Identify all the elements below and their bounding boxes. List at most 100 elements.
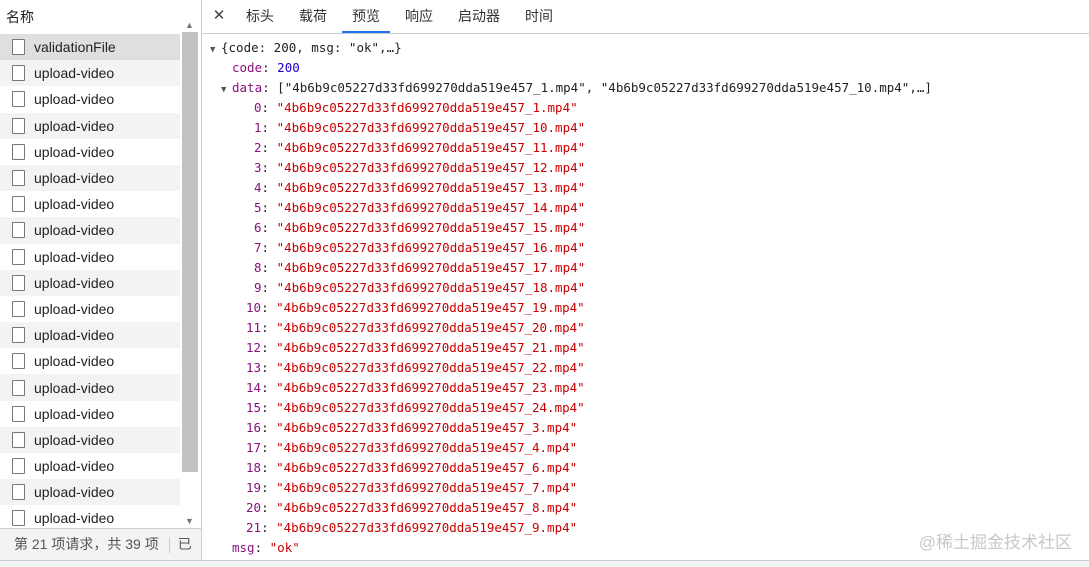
file-icon (12, 65, 25, 82)
request-name: upload-video (34, 458, 115, 475)
detail-tabs: ✕ 标头 载荷 预览 响应 启动器 时间 (202, 0, 1089, 34)
close-icon[interactable]: ✕ (202, 0, 236, 33)
request-name: upload-video (34, 248, 115, 265)
json-array-item: 9: "4b6b9c05227d33fd699270dda519e457_18.… (254, 280, 586, 295)
json-array-item: 19: "4b6b9c05227d33fd699270dda519e457_7.… (246, 480, 578, 495)
file-icon (12, 405, 25, 422)
tab-4[interactable]: 启动器 (448, 0, 510, 33)
file-icon (12, 458, 25, 475)
tab-5[interactable]: 时间 (515, 0, 563, 33)
request-item[interactable]: upload-video (0, 164, 180, 192)
request-item[interactable]: upload-video (0, 60, 180, 87)
request-item[interactable]: upload-video (0, 296, 180, 322)
json-array-item: 3: "4b6b9c05227d33fd699270dda519e457_12.… (254, 160, 586, 175)
request-name: upload-video (34, 117, 115, 134)
request-name: upload-video (34, 327, 115, 344)
request-item[interactable]: upload-video (0, 374, 180, 401)
request-item[interactable]: upload-video (0, 505, 180, 528)
json-array-item: 11: "4b6b9c05227d33fd699270dda519e457_20… (246, 320, 585, 335)
tab-0[interactable]: 标头 (236, 0, 284, 33)
file-icon (12, 431, 25, 448)
json-array-item: 2: "4b6b9c05227d33fd699270dda519e457_11.… (254, 140, 586, 155)
request-name: upload-video (34, 484, 115, 501)
json-array-item: 16: "4b6b9c05227d33fd699270dda519e457_3.… (246, 420, 578, 435)
request-item[interactable]: upload-video (0, 453, 180, 479)
request-item[interactable]: upload-video (0, 139, 180, 165)
request-name: upload-video (34, 405, 115, 422)
json-array-item: 18: "4b6b9c05227d33fd699270dda519e457_6.… (246, 460, 578, 475)
json-array-item: 4: "4b6b9c05227d33fd699270dda519e457_13.… (254, 180, 586, 195)
file-icon (12, 143, 25, 160)
detail-pane: ✕ 标头 载荷 预览 响应 启动器 时间 ▼ {code: 200, msg: "ok",…… (202, 0, 1089, 560)
name-column-header[interactable]: 名称 (0, 0, 201, 33)
json-root[interactable]: ▼ {code: 200, msg: "ok",…} (210, 38, 932, 58)
request-name: validationFile (34, 39, 116, 56)
request-name: upload-video (34, 196, 115, 213)
file-icon (12, 117, 25, 134)
request-item[interactable]: upload-video (0, 348, 180, 374)
request-item[interactable]: upload-video (0, 269, 180, 296)
json-array-item: 15: "4b6b9c05227d33fd699270dda519e457_24… (246, 400, 585, 415)
scroll-up-icon[interactable]: ▲ (185, 20, 194, 30)
tab-2[interactable]: 预览 (342, 0, 390, 33)
request-name: upload-video (34, 91, 115, 108)
file-icon (12, 484, 25, 501)
file-icon (12, 91, 25, 108)
request-item[interactable]: upload-video (0, 426, 180, 453)
json-array-item: 12: "4b6b9c05227d33fd699270dda519e457_21… (246, 340, 585, 355)
request-name: upload-video (34, 300, 115, 317)
json-array-item: 17: "4b6b9c05227d33fd699270dda519e457_4.… (246, 440, 578, 455)
request-item[interactable]: upload-video (0, 322, 180, 349)
tab-1[interactable]: 载荷 (289, 0, 337, 33)
json-array-item: 6: "4b6b9c05227d33fd699270dda519e457_15.… (254, 220, 586, 235)
scrollbar[interactable]: ▲ ▼ (181, 18, 199, 528)
file-icon (12, 170, 25, 187)
request-name: upload-video (34, 274, 115, 291)
file-icon (12, 222, 25, 239)
json-array-item: 5: "4b6b9c05227d33fd699270dda519e457_14.… (254, 200, 586, 215)
request-item[interactable]: validationFile (0, 34, 180, 61)
json-msg: msg: "ok" (232, 540, 300, 555)
expand-triangle-icon[interactable]: ▼ (210, 40, 221, 60)
request-item[interactable]: upload-video (0, 479, 180, 506)
request-list-pane: 名称 validationFile upload-video upload-vide… (0, 0, 202, 560)
request-name: upload-video (34, 431, 115, 448)
request-item[interactable]: upload-video (0, 244, 180, 270)
scroll-down-icon[interactable]: ▼ (185, 516, 194, 526)
request-name: upload-video (34, 170, 115, 187)
expand-triangle-icon[interactable]: ▼ (221, 80, 232, 100)
file-icon (12, 510, 25, 527)
json-array-item: 1: "4b6b9c05227d33fd699270dda519e457_10.… (254, 120, 586, 135)
json-code: code: 200 (232, 60, 300, 75)
request-name: upload-video (34, 65, 115, 82)
scrollbar-thumb[interactable] (182, 32, 198, 472)
json-data[interactable]: ▼ data: ["4b6b9c05227d33fd699270dda519e45… (210, 78, 932, 98)
file-icon (12, 353, 25, 370)
file-icon (12, 196, 25, 213)
status-bar: 第 21 项请求，共 39 项 已 (0, 528, 201, 560)
file-icon (12, 248, 25, 265)
request-list: validationFile upload-video upload-video up… (0, 34, 180, 528)
request-name: upload-video (34, 353, 115, 370)
request-item[interactable]: upload-video (0, 112, 180, 139)
json-array-item: 14: "4b6b9c05227d33fd699270dda519e457_23… (246, 380, 585, 395)
request-item[interactable]: upload-video (0, 191, 180, 217)
json-array-item: 0: "4b6b9c05227d33fd699270dda519e457_1.m… (254, 100, 578, 115)
request-name: upload-video (34, 510, 115, 527)
request-item[interactable]: upload-video (0, 401, 180, 427)
request-name: upload-video (34, 143, 115, 160)
file-icon (12, 300, 25, 317)
json-array-item: 20: "4b6b9c05227d33fd699270dda519e457_8.… (246, 500, 578, 515)
file-icon (12, 39, 25, 56)
request-count: 第 21 项请求，共 39 项 (14, 536, 159, 552)
status-truncated: 已 (177, 536, 192, 552)
file-icon (12, 379, 25, 396)
request-item[interactable]: upload-video (0, 86, 180, 112)
request-item[interactable]: upload-video (0, 217, 180, 244)
tab-3[interactable]: 响应 (395, 0, 443, 33)
json-array-item: 10: "4b6b9c05227d33fd699270dda519e457_19… (246, 300, 585, 315)
file-icon (12, 274, 25, 291)
json-preview: ▼ {code: 200, msg: "ok",…} code: 200 ▼ dat… (210, 38, 932, 558)
watermark: @稀土掘金技术社区 (918, 533, 1072, 552)
request-name: upload-video (34, 379, 115, 396)
